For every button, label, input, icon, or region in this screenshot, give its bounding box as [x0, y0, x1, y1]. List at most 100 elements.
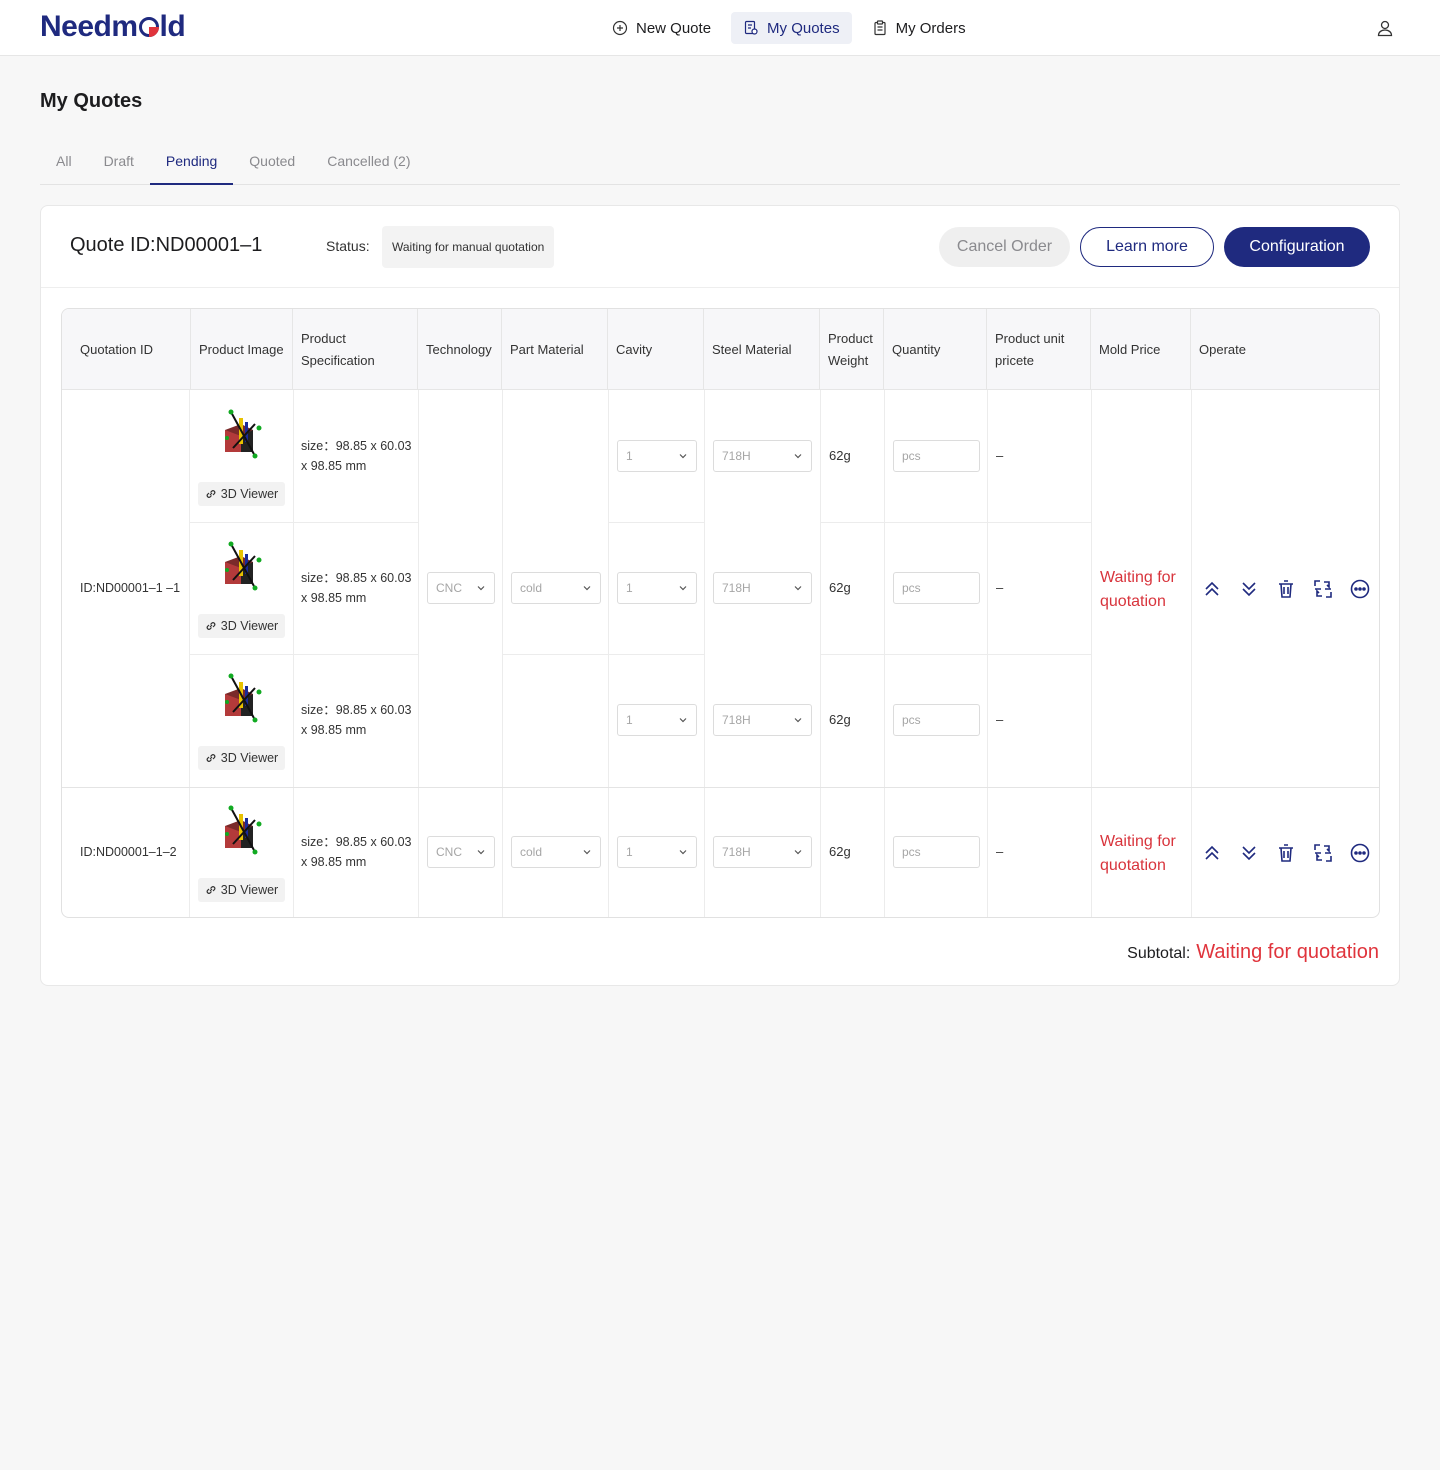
unit-price: – [996, 448, 1004, 463]
header-product-image: Product Image [191, 309, 293, 390]
replace-button[interactable] [1313, 579, 1333, 599]
steel-material-select[interactable]: 718H [713, 704, 812, 736]
plus-circle-icon [612, 20, 628, 36]
cavity-value: 1 [626, 449, 633, 463]
part-material-select[interactable]: cold [511, 572, 601, 604]
chevron-down-icon [679, 454, 687, 459]
chevron-down-icon [477, 850, 485, 855]
configuration-button[interactable]: Configuration [1224, 227, 1370, 267]
swap-icon [1314, 580, 1332, 598]
product-thumbnail[interactable] [219, 672, 267, 726]
quantity-input[interactable] [893, 836, 980, 868]
move-down-button[interactable] [1239, 579, 1259, 599]
tab-draft[interactable]: Draft [88, 140, 150, 184]
product-thumbnail[interactable] [219, 408, 267, 462]
cancel-order-button[interactable]: Cancel Order [939, 227, 1070, 267]
delete-button[interactable] [1276, 579, 1296, 599]
user-icon[interactable] [1376, 19, 1394, 37]
header-product-spec: Product Specification [293, 309, 418, 390]
row-actions [1202, 579, 1370, 599]
clipboard-icon [873, 20, 886, 36]
header-part-material: Part Material [502, 309, 608, 390]
material-value: cold [520, 581, 543, 595]
steel-material-select[interactable]: 718H [713, 836, 812, 868]
product-spec: size：98.85 x 60.03 x 98.85 mm [301, 835, 412, 869]
move-up-button[interactable] [1202, 843, 1222, 863]
header-cavity: Cavity [608, 309, 704, 390]
delete-button[interactable] [1276, 843, 1296, 863]
quotation-id: ID:ND00001–1–2 [80, 845, 177, 859]
subtotal: Subtotal: Waiting for quotation [1127, 941, 1379, 964]
header-operate: Operate [1199, 341, 1246, 357]
chevron-down-icon [679, 718, 687, 723]
row-actions [1202, 843, 1370, 863]
mold-price-status: Waiting for quotation [1100, 833, 1176, 874]
move-up-button[interactable] [1202, 579, 1222, 599]
nav-my-quotes[interactable]: My Quotes [731, 12, 852, 44]
more-icon [1350, 579, 1370, 599]
quote-doc-icon [744, 20, 758, 35]
3d-viewer-button[interactable]: 3D Viewer [198, 614, 285, 638]
replace-button[interactable] [1313, 843, 1333, 863]
quote-id: Quote ID:ND00001–1 [70, 234, 263, 256]
tab-cancelled[interactable]: Cancelled (2) [311, 140, 426, 184]
product-weight: 62g [829, 448, 851, 463]
chevron-down-icon [583, 586, 591, 591]
more-button[interactable] [1350, 579, 1370, 599]
nav-my-orders[interactable]: My Orders [860, 12, 978, 44]
double-chevron-down-icon [1242, 846, 1256, 861]
tab-quoted[interactable]: Quoted [233, 140, 311, 184]
tab-pending[interactable]: Pending [149, 140, 234, 185]
link-icon [206, 754, 216, 762]
page-title: My Quotes [40, 90, 143, 112]
trash-icon [1279, 844, 1293, 862]
header-mold-price: Mold Price [1091, 309, 1191, 390]
cavity-select[interactable]: 1 [617, 440, 697, 472]
status-label: Status: [326, 238, 370, 254]
product-thumbnail[interactable] [219, 804, 267, 858]
link-icon [206, 490, 216, 498]
learn-more-button[interactable]: Learn more [1080, 227, 1214, 267]
technology-value: CNC [436, 845, 462, 859]
header-unit-price: Product unit pricete [987, 309, 1091, 390]
status-badge: Waiting for manual quotation [382, 226, 555, 268]
subtotal-value: Waiting for quotation [1196, 941, 1379, 963]
table-header: Quotation ID Product Image Product Speci… [62, 309, 1379, 390]
3d-viewer-button[interactable]: 3D Viewer [198, 746, 285, 770]
part-material-select[interactable]: cold [511, 836, 601, 868]
needmold-logo[interactable]: Needm ld [40, 10, 186, 44]
quantity-input[interactable] [893, 704, 980, 736]
cavity-select[interactable]: 1 [617, 704, 697, 736]
chevron-down-icon [679, 850, 687, 855]
cavity-select[interactable]: 1 [617, 572, 697, 604]
more-button[interactable] [1350, 843, 1370, 863]
steel-material-select[interactable]: 718H [713, 440, 812, 472]
3d-viewer-button[interactable]: 3D Viewer [198, 482, 285, 506]
unit-price: – [996, 580, 1004, 595]
product-spec: size：98.85 x 60.03 x 98.85 mm [301, 703, 412, 737]
material-value: cold [520, 845, 543, 859]
link-icon [206, 622, 216, 630]
move-down-button[interactable] [1239, 843, 1259, 863]
quote-status-tabs: All Draft Pending Quoted Cancelled (2) [40, 140, 1400, 185]
steel-material-select[interactable]: 718H [713, 572, 812, 604]
technology-select[interactable]: CNC [427, 572, 495, 604]
3d-viewer-label: 3D Viewer [220, 487, 279, 501]
nav-new-quote[interactable]: New Quote [600, 12, 723, 44]
quantity-input[interactable] [893, 572, 980, 604]
3d-viewer-label: 3D Viewer [220, 883, 279, 897]
quotation-table: Quotation ID Product Image Product Speci… [61, 308, 1380, 918]
3d-viewer-button[interactable]: 3D Viewer [198, 878, 285, 902]
more-icon [1350, 843, 1370, 863]
header-quantity: Quantity [884, 309, 987, 390]
nav-my-quotes-label: My Quotes [767, 19, 840, 37]
chevron-down-icon [679, 586, 687, 591]
tab-all[interactable]: All [40, 140, 88, 184]
cavity-select[interactable]: 1 [617, 836, 697, 868]
quantity-input[interactable] [893, 440, 980, 472]
technology-select[interactable]: CNC [427, 836, 495, 868]
product-spec: size：98.85 x 60.03 x 98.85 mm [301, 571, 412, 605]
cavity-value: 1 [626, 581, 633, 595]
mold-price-status: Waiting for quotation [1100, 569, 1176, 610]
product-thumbnail[interactable] [219, 540, 267, 594]
